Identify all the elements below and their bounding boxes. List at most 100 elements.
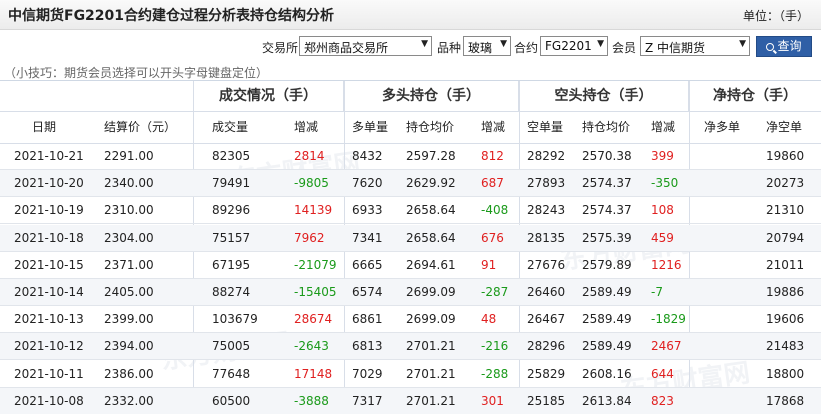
variety-select[interactable]: 玻璃 ▼ [463,36,511,56]
member-select[interactable]: Z 中信期货 ▼ [640,36,750,56]
exchange-select-value: 郑州商品交易所 [304,41,389,55]
table-cell: 2629.92 [406,176,456,191]
table-cell: 2405.00 [104,285,154,299]
table-cell: 25829 [527,366,566,381]
column-header: 空单量 [527,120,564,134]
table-cell: 103679 [212,312,258,327]
table-cell: 82305 [212,149,251,163]
table-cell: 2386.00 [104,366,154,381]
table-cell: 2694.61 [406,257,456,272]
member-label: 会员 [612,41,637,55]
table-cell: 21011 [766,257,805,272]
chevron-down-icon: ▼ [500,39,507,49]
table-cell: 812 [481,149,504,163]
table-row: 2021-10-19 2310.00 89296 14139 6933 2658.64 -4… [0,197,821,225]
table-cell: 6813 [352,339,383,354]
table-cell: 26460 [527,285,566,299]
contract-label: 合约 [514,41,539,55]
table-cell: 2699.09 [406,285,456,299]
column-header: 多单量 [352,120,389,134]
table-cell: 27676 [527,257,566,272]
column-header: 增减 [481,120,506,134]
table-cell: 17868 [766,393,805,408]
table-cell: 27893 [527,176,566,191]
table-cell: 7317 [352,393,383,408]
table-cell: 7029 [352,366,383,381]
table-cell: 2701.21 [406,366,456,381]
table-cell: 2589.49 [582,339,632,354]
table-cell: 18800 [766,366,805,381]
table-cell: 459 [651,230,674,245]
table-cell: 2589.49 [582,285,632,299]
table-cell: 2574.37 [582,176,632,191]
table-cell: 687 [481,176,504,191]
table-cell: 79491 [212,176,251,191]
group-header-long: 多头持仓（手） [344,81,519,111]
table-cell: 91 [481,257,497,272]
table-cell: 75005 [212,339,251,354]
table-cell: 2291.00 [104,149,154,163]
table-cell: 2021-10-15 [14,257,84,272]
column-header: 增减 [651,120,676,134]
table-cell: 2574.37 [582,203,632,218]
table-cell: 28292 [527,149,566,163]
column-header: 结算价（元） [104,120,177,134]
table-cell: 2021-10-08 [14,393,84,408]
table-cell: 2658.64 [406,230,456,245]
table-row: 2021-10-13 2399.00 103679 28674 6861 2699.09 4… [0,306,821,334]
table-cell: 6665 [352,257,383,272]
table-cell: 21483 [766,339,805,354]
table-cell: 2399.00 [104,312,154,327]
title-bar: 中信期货FG2201合约建仓过程分析表持仓结构分析 单位：（手） [0,0,821,30]
table-cell: -287 [481,285,509,299]
table-cell: 25185 [527,393,566,408]
table-cell: 399 [651,149,674,163]
table-cell: 1216 [651,257,682,272]
table-cell: -9805 [294,176,329,191]
table-cell: 2371.00 [104,257,154,272]
table-cell: 7620 [352,176,383,191]
exchange-label: 交易所 [262,41,299,55]
table-cell: 2021-10-19 [14,203,84,218]
table-cell: -408 [481,203,509,218]
tip-text: （小技巧：期货会员选择可以开头字母键盘定位） [4,66,269,80]
table-cell: 2310.00 [104,203,154,218]
table-row: 2021-10-08 2332.00 60500 -3888 7317 2701.21 30… [0,387,821,414]
table-cell: 88274 [212,285,251,299]
exchange-select[interactable]: 郑州商品交易所 ▼ [299,36,432,56]
table-cell: 823 [651,393,674,408]
table-cell: 19860 [766,149,805,163]
table-cell: 2570.38 [582,149,632,163]
table-cell: 77648 [212,366,251,381]
contract-select[interactable]: FG2201 ▼ [540,36,608,56]
column-header: 增减 [294,120,319,134]
group-header-short: 空头持仓（手） [519,81,689,111]
table-cell: 2021-10-12 [14,339,84,354]
table-cell: 2467 [651,339,682,354]
table-cell: 2701.21 [406,393,456,408]
table-row: 2021-10-11 2386.00 77648 17148 7029 2701.21 -2… [0,361,821,388]
table-cell: 2394.00 [104,339,154,354]
table-cell: 2340.00 [104,176,154,191]
table-cell: 2021-10-14 [14,285,84,299]
table-row: 2021-10-12 2394.00 75005 -2643 6813 2701.21 -2… [0,333,821,361]
table-cell: 2021-10-13 [14,312,84,327]
query-button[interactable]: 查询 [756,36,812,57]
page-title: 中信期货FG2201合约建仓过程分析表持仓结构分析 [8,8,335,24]
table-row: 2021-10-14 2405.00 88274 -15405 6574 2699.09 -… [0,279,821,306]
table-cell: -21079 [294,257,337,272]
table-cell: 19886 [766,285,805,299]
table-cell: -7 [651,285,663,299]
table-cell: 28674 [294,312,333,327]
table-cell: 26467 [527,312,566,327]
table-cell: 2608.16 [582,366,632,381]
table-cell: 2814 [294,149,325,163]
table-cell: 7962 [294,230,325,245]
member-select-value: Z 中信期货 [645,41,706,55]
table-row: 2021-10-15 2371.00 67195 -21079 6665 2694.61 9… [0,252,821,279]
column-header: 净空单 [766,120,803,134]
table-cell: -1829 [651,312,686,327]
column-header: 成交量 [212,120,249,134]
column-header: 日期 [32,120,57,134]
table-cell: 8432 [352,149,383,163]
